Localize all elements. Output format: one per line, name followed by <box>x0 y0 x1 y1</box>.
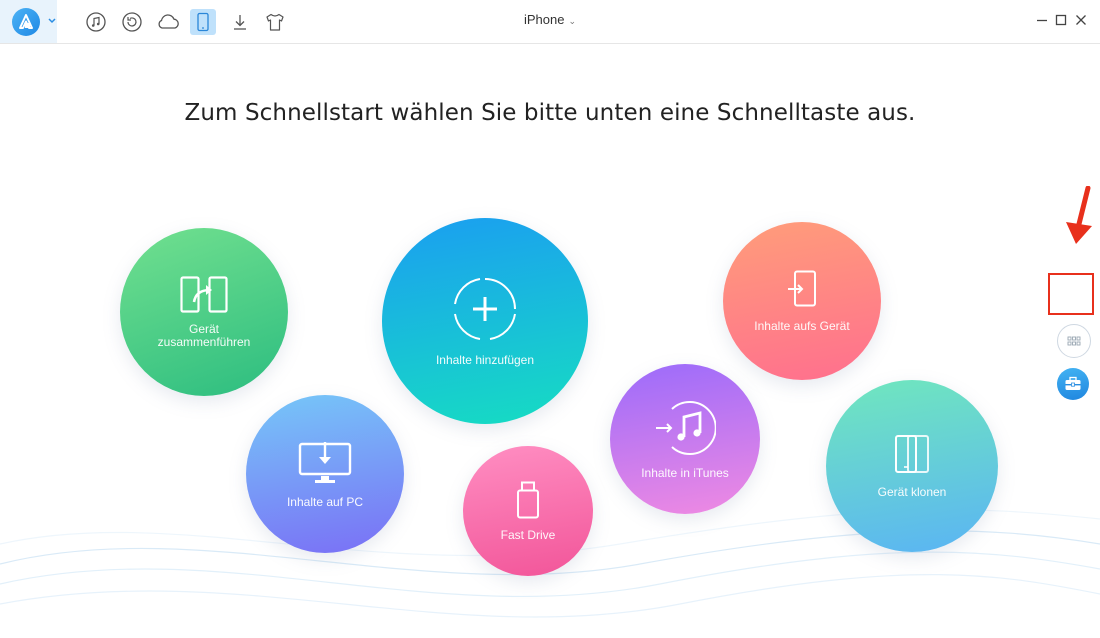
apps-grid-button[interactable] <box>1057 324 1091 358</box>
chevron-down-icon: ⌄ <box>568 16 577 26</box>
clone-device-label: Gerät klonen <box>877 484 947 499</box>
phone-icon[interactable] <box>190 9 216 35</box>
tshirt-icon[interactable] <box>262 9 288 35</box>
device-name: iPhone <box>523 12 565 27</box>
download-icon[interactable] <box>227 9 253 35</box>
to-device-label: Inhalte aufs Gerät <box>754 318 850 333</box>
toolbox-icon <box>1065 376 1081 390</box>
clone-device-button[interactable]: Gerät klonen <box>826 380 998 552</box>
add-content-button[interactable]: Inhalte hinzufügen <box>382 218 588 424</box>
to-itunes-icon <box>654 399 716 457</box>
add-content-icon <box>452 276 518 342</box>
apps-grid-icon <box>1067 336 1081 346</box>
merge-device-label-line2: zusammenführen <box>157 334 251 349</box>
title-bar: iPhone ⌄ <box>0 0 1100 44</box>
app-menu[interactable] <box>0 0 57 43</box>
content-to-device-button[interactable]: Inhalte aufs Gerät <box>723 222 881 380</box>
close-icon[interactable] <box>1074 13 1088 27</box>
device-selector[interactable]: iPhone ⌄ <box>500 12 600 27</box>
usb-drive-icon <box>515 481 541 519</box>
merge-device-icon <box>180 275 228 314</box>
to-pc-icon <box>298 440 352 484</box>
to-device-icon <box>786 270 818 308</box>
music-icon[interactable] <box>83 9 109 35</box>
cloud-icon[interactable] <box>155 9 181 35</box>
app-logo-icon <box>12 8 40 36</box>
content-to-itunes-button[interactable]: Inhalte in iTunes <box>610 364 760 514</box>
add-content-label: Inhalte hinzufügen <box>435 352 535 367</box>
to-itunes-label: Inhalte in iTunes <box>641 465 729 480</box>
backup-restore-icon[interactable] <box>119 9 145 35</box>
fast-drive-label: Fast Drive <box>500 527 556 542</box>
content-to-pc-button[interactable]: Inhalte auf PC <box>246 395 404 553</box>
minimize-icon[interactable] <box>1035 13 1049 27</box>
highlight-box <box>1048 273 1094 315</box>
merge-device-label-line1: Gerät <box>188 321 219 336</box>
chevron-down-icon[interactable] <box>48 14 56 33</box>
page-title: Zum Schnellstart wählen Sie bitte unten … <box>184 100 916 126</box>
quick-start-panel: Zum Schnellstart wählen Sie bitte unten … <box>0 44 1100 638</box>
red-arrow-annotation <box>1066 186 1092 244</box>
to-pc-label: Inhalte auf PC <box>286 494 364 509</box>
merge-device-button[interactable]: Gerät zusammenführen <box>120 228 288 396</box>
maximize-icon[interactable] <box>1054 13 1068 27</box>
fast-drive-button[interactable]: Fast Drive <box>463 446 593 576</box>
clone-device-icon <box>894 434 930 474</box>
toolbox-button[interactable] <box>1057 368 1089 400</box>
